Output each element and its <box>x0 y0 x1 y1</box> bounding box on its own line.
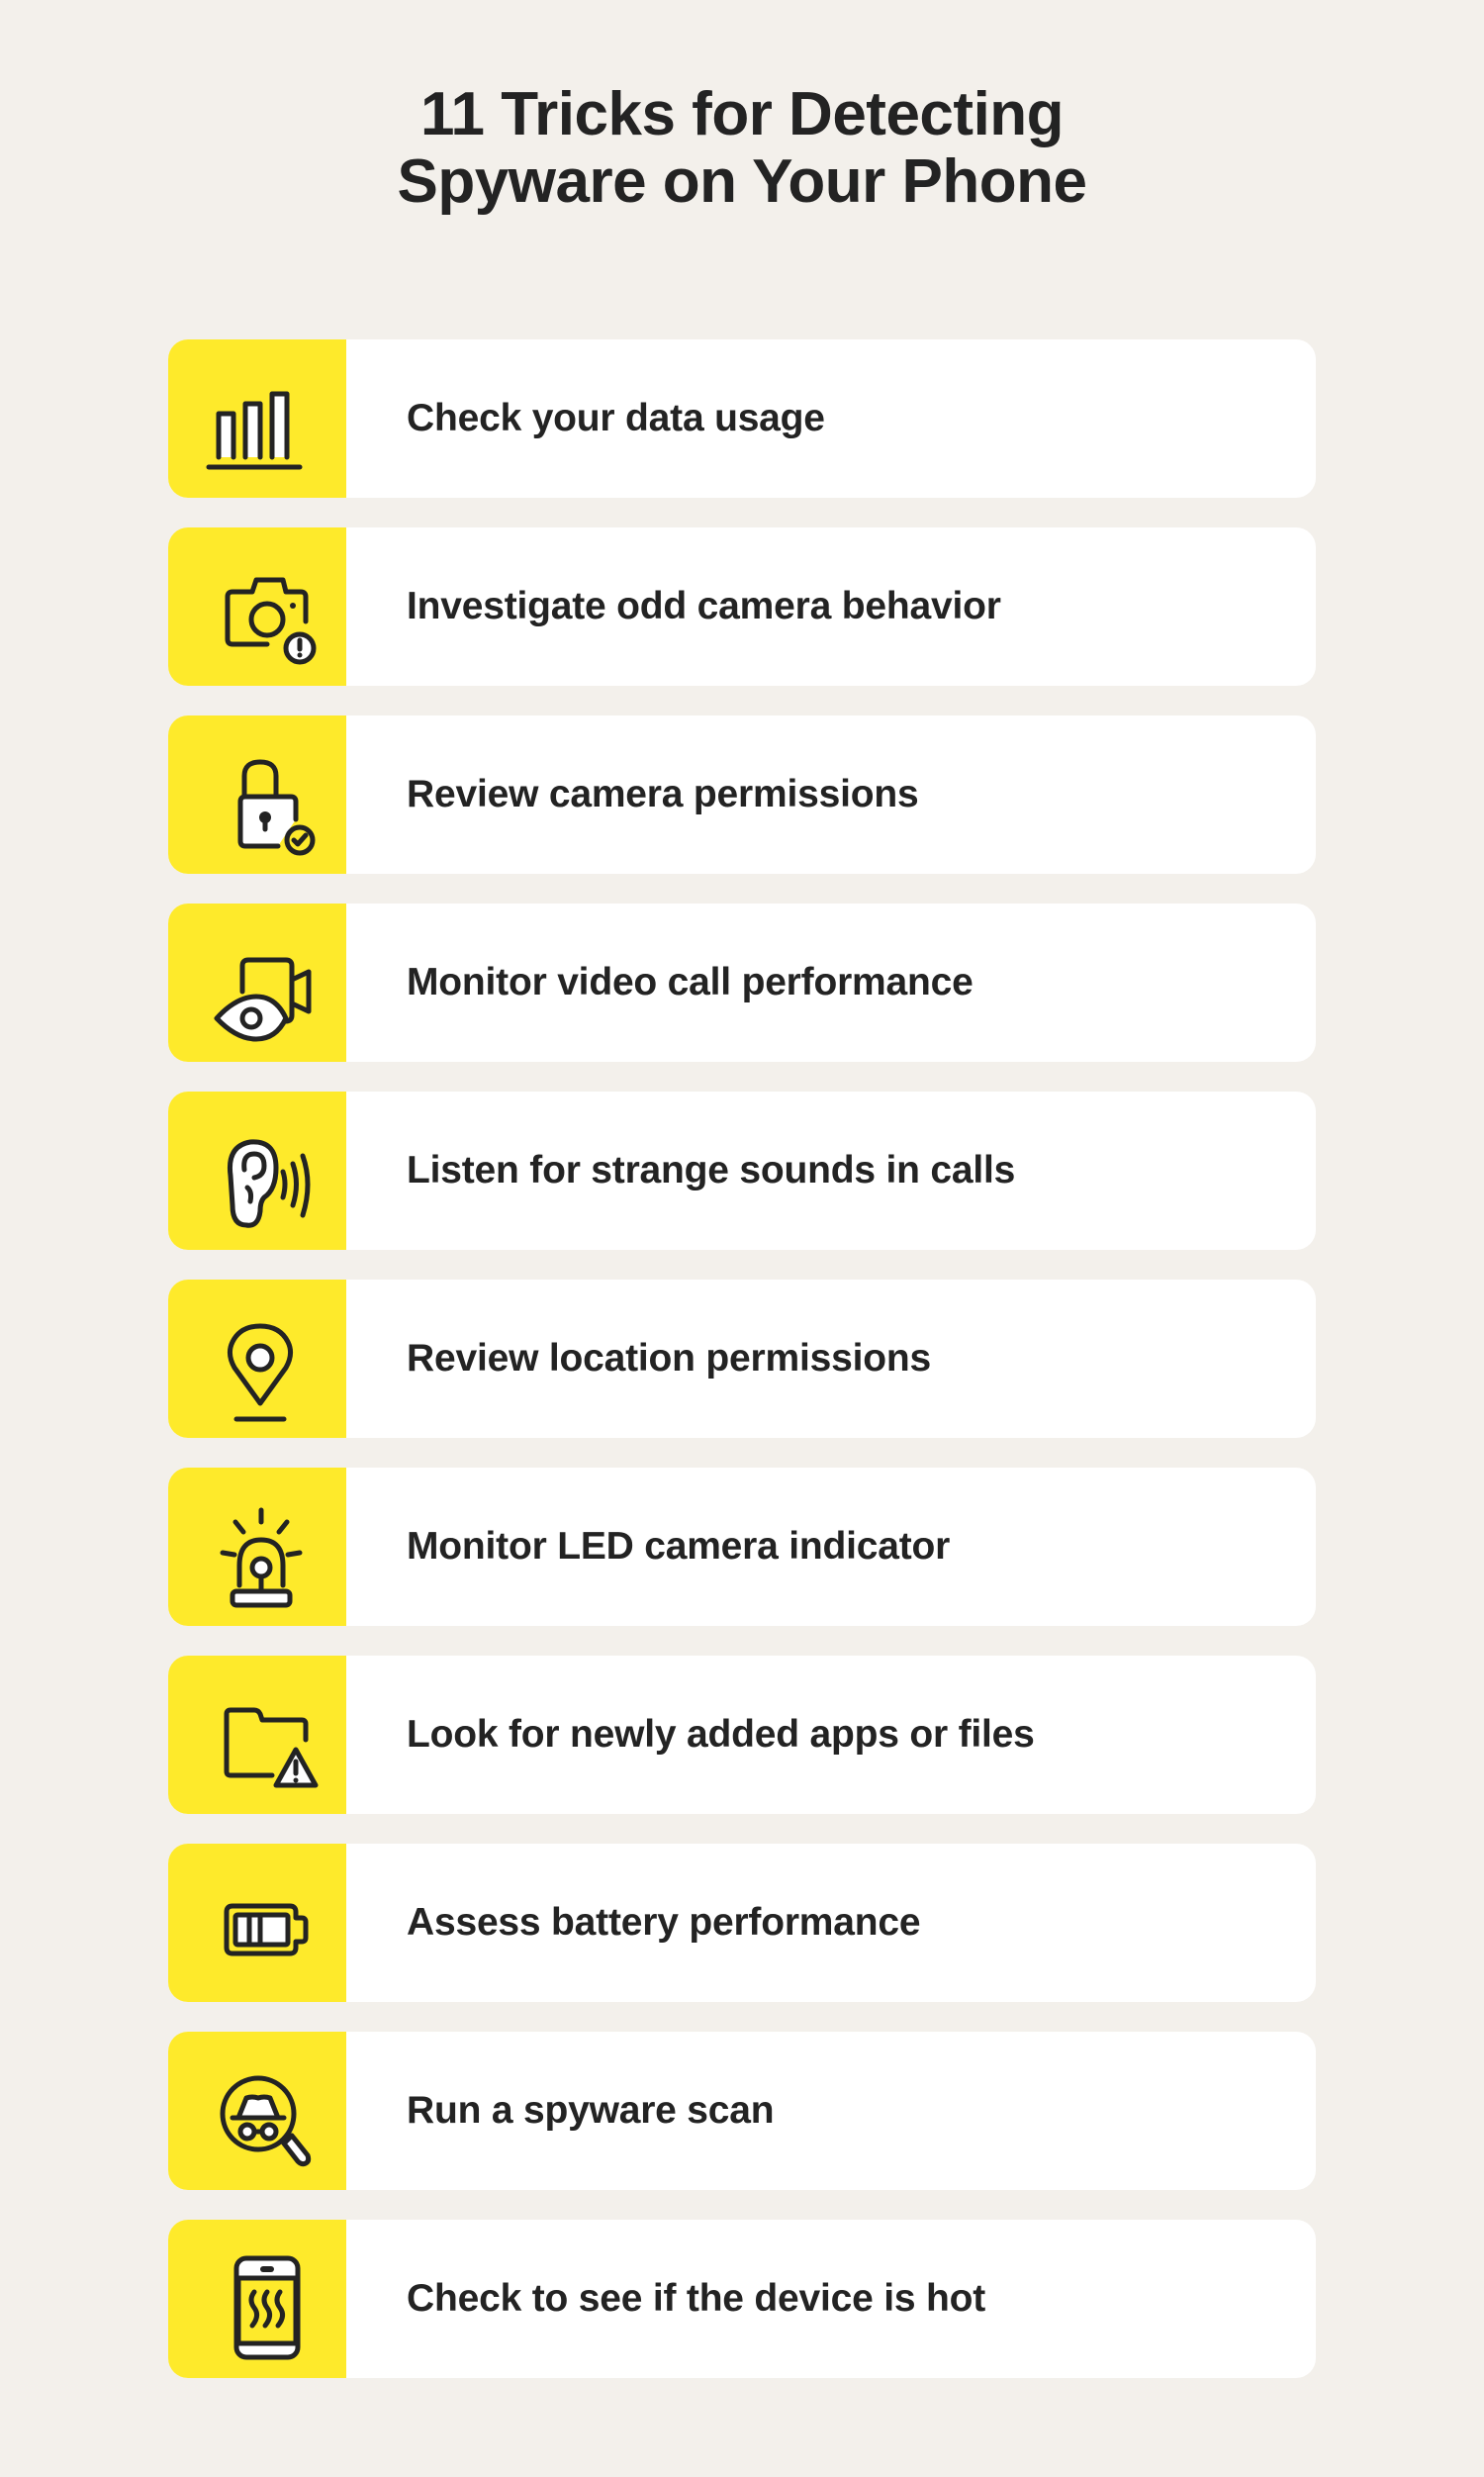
video-camera-eye-icon <box>214 957 312 1042</box>
tip-icon-box <box>168 904 346 1062</box>
folder-warning-icon <box>224 1707 319 1788</box>
tip-icon-box <box>168 339 346 498</box>
tip-icon-box <box>168 1280 346 1438</box>
tip-label: Assess battery performance <box>407 1901 921 1944</box>
tip-icon-box <box>168 2220 346 2378</box>
tip-label: Run a spyware scan <box>407 2089 775 2132</box>
tip-label: Monitor LED camera indicator <box>407 1525 951 1568</box>
tip-card: Run a spyware scan <box>168 2032 1316 2190</box>
tip-card: Assess battery performance <box>168 1844 1316 2002</box>
tip-icon-box <box>168 1656 346 1814</box>
title-line-1: 11 Tricks for Detecting <box>419 80 1065 148</box>
ear-sound-icon <box>227 1139 311 1228</box>
tip-icon-box <box>168 2032 346 2190</box>
tip-label: Check your data usage <box>407 397 825 439</box>
tip-card: Review location permissions <box>168 1280 1316 1438</box>
tip-icon-box <box>168 1468 346 1626</box>
tip-label: Review camera permissions <box>407 773 919 815</box>
tip-label: Check to see if the device is hot <box>407 2277 986 2320</box>
tip-icon-box <box>168 1092 346 1250</box>
tip-label: Review location permissions <box>407 1337 931 1380</box>
title-line-2: Spyware on Your Phone <box>397 147 1087 216</box>
padlock-check-icon <box>237 759 316 856</box>
tip-card: Investigate odd camera behavior <box>168 527 1316 686</box>
siren-light-icon <box>220 1507 303 1608</box>
tip-label: Monitor video call performance <box>407 961 974 1003</box>
hot-phone-icon <box>233 2255 301 2360</box>
tip-label: Investigate odd camera behavior <box>407 585 1001 627</box>
tip-icon-box <box>168 715 346 874</box>
battery-icon <box>224 1903 309 1956</box>
tip-card: Listen for strange sounds in calls <box>168 1092 1316 1250</box>
tip-card: Review camera permissions <box>168 715 1316 874</box>
tip-card: Check your data usage <box>168 339 1316 498</box>
camera-alert-icon <box>225 577 317 665</box>
tip-card: Look for newly added apps or files <box>168 1656 1316 1814</box>
tips-list: Check your data usage Investigate odd ca… <box>168 339 1316 2408</box>
tip-icon-box <box>168 527 346 686</box>
tip-card: Check to see if the device is hot <box>168 2220 1316 2378</box>
tip-icon-box <box>168 1844 346 2002</box>
location-pin-icon <box>227 1323 294 1422</box>
tip-card: Monitor video call performance <box>168 904 1316 1062</box>
tip-label: Look for newly added apps or files <box>407 1713 1035 1756</box>
tip-label: Listen for strange sounds in calls <box>407 1149 1016 1191</box>
page-title: 11 Tricks for Detecting Spyware on Your … <box>0 81 1484 216</box>
spy-magnifier-icon <box>220 2075 312 2167</box>
tip-card: Monitor LED camera indicator <box>168 1468 1316 1626</box>
bar-chart-icon <box>206 391 303 470</box>
